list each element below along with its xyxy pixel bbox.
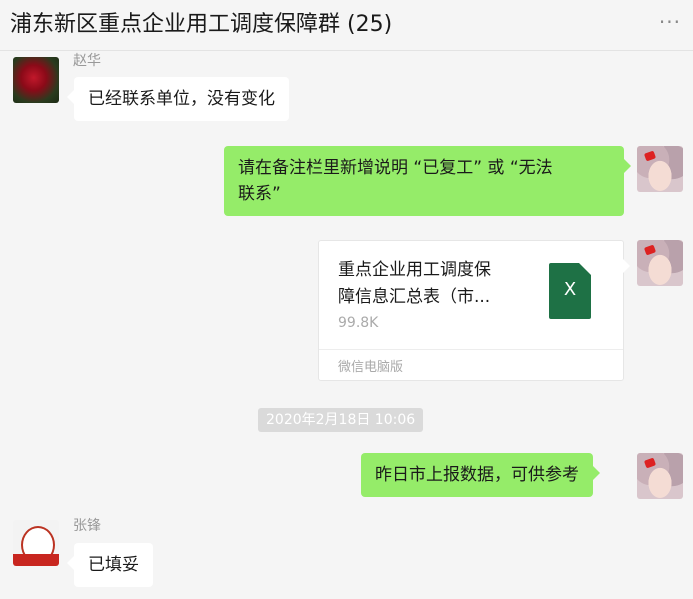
file-message-card[interactable]: 重点企业用工调度保 障信息汇总表（市... 99.8K X 微信电脑版: [318, 240, 630, 381]
avatar-self[interactable]: [637, 453, 683, 499]
excel-file-icon: X: [549, 263, 591, 319]
avatar-zhangfeng[interactable]: [13, 520, 59, 566]
more-options-icon[interactable]: ···: [659, 10, 681, 34]
excel-letter: X: [563, 279, 577, 300]
message-text-line: 联系”: [238, 184, 281, 204]
chat-header: 浦东新区重点企业用工调度保障群 (25) ···: [0, 0, 693, 51]
message-bubble[interactable]: 已经联系单位，没有变化: [67, 77, 289, 121]
message-text-line: 请在备注栏里新增说明 “已复工” 或 “无法: [238, 158, 553, 178]
avatar-zhaohua[interactable]: [13, 57, 59, 103]
message-bubble[interactable]: 已填妥: [67, 543, 153, 587]
file-name-line: 重点企业用工调度保: [338, 260, 491, 280]
time-divider: 2020年2月18日 10:06: [258, 408, 424, 432]
avatar-self[interactable]: [637, 240, 683, 286]
message-bubble[interactable]: 请在备注栏里新增说明 “已复工” 或 “无法 联系”: [224, 146, 631, 216]
file-size: 99.8K: [338, 315, 379, 331]
file-name: 重点企业用工调度保 障信息汇总表（市...: [338, 257, 526, 311]
sender-name: 赵华: [73, 53, 101, 69]
avatar-self[interactable]: [637, 146, 683, 192]
file-source: 微信电脑版: [338, 360, 404, 375]
divider: [319, 349, 623, 350]
message-bubble[interactable]: 昨日市上报数据，可供参考: [361, 453, 600, 497]
chat-title: 浦东新区重点企业用工调度保障群 (25): [10, 12, 393, 37]
sender-name: 张锋: [73, 518, 101, 534]
file-name-line: 障信息汇总表（市...: [338, 287, 491, 307]
